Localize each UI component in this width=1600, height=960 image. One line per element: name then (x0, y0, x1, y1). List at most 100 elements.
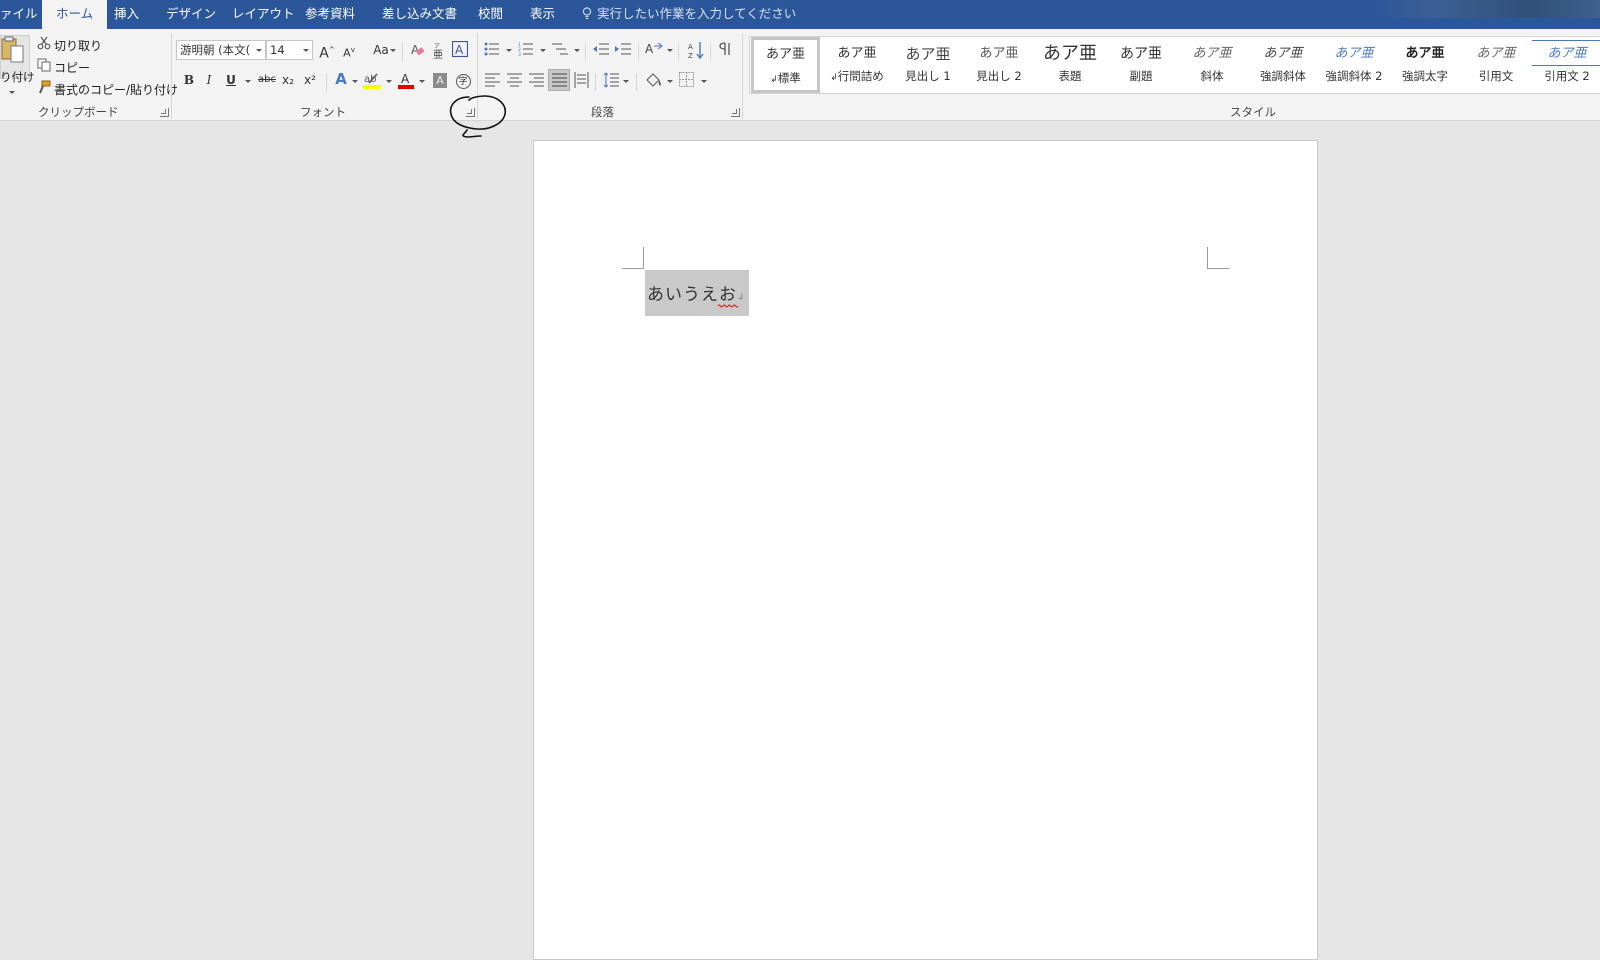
style-strong[interactable]: あア亜 強調太字 (1390, 38, 1460, 92)
underline-button[interactable]: U (220, 69, 242, 91)
chevron-down-icon (303, 49, 309, 52)
character-border-icon[interactable]: A (452, 41, 468, 58)
character-shading-glyph: A (433, 73, 447, 88)
superscript-button[interactable]: x² (299, 69, 321, 91)
tab-layout[interactable]: レイアウト (232, 0, 295, 29)
underline-dropdown[interactable] (245, 80, 251, 83)
style-name: 強調太字 (1402, 69, 1448, 83)
phonetic-guide-icon[interactable]: ア 亜 (432, 41, 446, 59)
tab-insert[interactable]: 挿入 (114, 0, 139, 29)
superscript-glyph: x² (304, 73, 316, 87)
svg-text:A: A (645, 42, 654, 56)
tab-references[interactable]: 参考資料 (305, 0, 355, 29)
tab-design[interactable]: デザイン (166, 0, 216, 29)
subscript-button[interactable]: x₂ (277, 69, 299, 91)
paragraph-dialog-launcher[interactable] (731, 108, 740, 117)
asian-layout-icon[interactable]: A (645, 41, 663, 57)
align-right-icon[interactable] (529, 73, 544, 87)
font-size-value: 14 (270, 43, 285, 57)
shading-dropdown[interactable] (667, 80, 673, 83)
style-intense-emphasis-2[interactable]: あア亜 強調斜体 2 (1319, 38, 1389, 92)
shading-icon[interactable] (645, 71, 663, 89)
grow-font-button[interactable]: A^ (316, 39, 338, 62)
svg-text:亜: 亜 (433, 50, 443, 59)
multilevel-list-icon[interactable] (552, 42, 568, 56)
svg-text:A: A (401, 72, 410, 86)
paste-dropdown-arrow[interactable] (9, 91, 15, 94)
borders-icon[interactable] (679, 72, 694, 87)
divider (636, 73, 637, 91)
align-center-icon[interactable] (507, 73, 522, 87)
increase-indent-icon[interactable] (615, 42, 631, 56)
character-shading-button[interactable]: A (429, 69, 451, 91)
asian-layout-dropdown[interactable] (667, 49, 673, 52)
clear-formatting-icon[interactable]: A (410, 42, 426, 58)
style-quote[interactable]: あア亜 引用文 (1461, 38, 1531, 92)
multilevel-dropdown[interactable] (574, 49, 580, 52)
style-no-spacing[interactable]: あア亜 ↲行間詰め (822, 38, 892, 92)
paragraph-mark-icon: ↲ (737, 293, 745, 303)
copy-button[interactable]: コピー (54, 59, 90, 76)
ribbon-home: り付け 切り取り コピー 書式のコピー/貼り付け クリップボード 游明朝 (本文… (0, 29, 1600, 121)
margin-corner-mark (1207, 247, 1229, 269)
chevron-down-icon (256, 49, 262, 52)
highlighter-icon[interactable]: ab (363, 71, 381, 89)
tab-review[interactable]: 校閲 (478, 0, 503, 29)
shrink-font-button[interactable]: Av (338, 39, 360, 61)
style-subtitle[interactable]: あア亜 副題 (1106, 38, 1176, 92)
document-text[interactable]: あいうえお (647, 285, 737, 305)
tell-me-box[interactable]: 実行したい作業を入力してください (582, 0, 796, 29)
show-formatting-marks-icon[interactable] (719, 41, 733, 57)
style-heading-2[interactable]: あア亜 見出し 2 (964, 38, 1034, 92)
change-case-dropdown[interactable] (390, 49, 396, 52)
font-color-dropdown[interactable] (419, 80, 425, 83)
style-heading-1[interactable]: あア亜 見出し 1 (893, 38, 963, 92)
styles-group-label: スタイル (1230, 105, 1276, 119)
style-intense-quote[interactable]: あア亜 引用文 2 (1532, 38, 1600, 92)
tab-mailings[interactable]: 差し込み文書 (382, 0, 457, 29)
bullets-icon[interactable] (484, 42, 500, 56)
divider (326, 73, 327, 91)
sort-icon[interactable]: A Z (688, 41, 704, 59)
cut-button[interactable]: 切り取り (54, 37, 102, 54)
style-sample: あア亜 (979, 46, 1019, 61)
clipboard-dialog-launcher[interactable] (160, 108, 169, 117)
font-name-combo[interactable]: 游明朝 (本文( (176, 40, 266, 60)
change-case-glyph: Aa (373, 43, 389, 57)
decrease-indent-icon[interactable] (593, 42, 609, 56)
tab-home[interactable]: ホーム (42, 0, 108, 29)
italic-glyph: I (206, 73, 212, 87)
style-normal[interactable]: あア亜 ↲標準 (751, 37, 820, 93)
style-title[interactable]: あア亜 表題 (1035, 38, 1105, 92)
highlight-dropdown[interactable] (386, 80, 392, 83)
strikethrough-glyph: abc (258, 74, 276, 85)
bullets-dropdown[interactable] (506, 49, 512, 52)
document-page[interactable]: あいうえお↲ (533, 140, 1318, 960)
font-color-icon[interactable]: A (398, 71, 414, 89)
text-effects-dropdown[interactable] (352, 80, 358, 83)
font-size-combo[interactable]: 14 (266, 40, 313, 60)
document-body-text[interactable]: あいうえお↲ (647, 280, 745, 305)
clipboard-group-label: クリップボード (38, 105, 119, 119)
line-spacing-icon[interactable] (603, 72, 619, 88)
paragraph-group-label: 段落 (591, 105, 614, 119)
style-name: 斜体 (1200, 69, 1224, 83)
line-spacing-dropdown[interactable] (623, 80, 629, 83)
tab-view[interactable]: 表示 (530, 0, 555, 29)
enclose-characters-button[interactable]: 字 (452, 69, 474, 91)
style-intense-emphasis[interactable]: あア亜 強調斜体 (1248, 38, 1318, 92)
numbering-dropdown[interactable] (540, 49, 546, 52)
numbering-icon[interactable]: 1 2 3 (518, 42, 534, 56)
tab-file[interactable]: ァイル (0, 0, 38, 29)
text-effects-button[interactable]: A (330, 68, 352, 90)
distributed-icon[interactable] (574, 72, 589, 88)
italic-button[interactable]: I (198, 69, 220, 91)
borders-dropdown[interactable] (701, 80, 707, 83)
spelling-error-underline[interactable] (718, 304, 738, 308)
group-divider (742, 33, 743, 119)
align-left-icon[interactable] (485, 73, 500, 87)
format-painter-button[interactable]: 書式のコピー/貼り付け (54, 81, 178, 98)
bold-button[interactable]: B (178, 69, 200, 91)
justify-button[interactable] (548, 69, 570, 91)
style-emphasis[interactable]: あア亜 斜体 (1177, 38, 1247, 92)
